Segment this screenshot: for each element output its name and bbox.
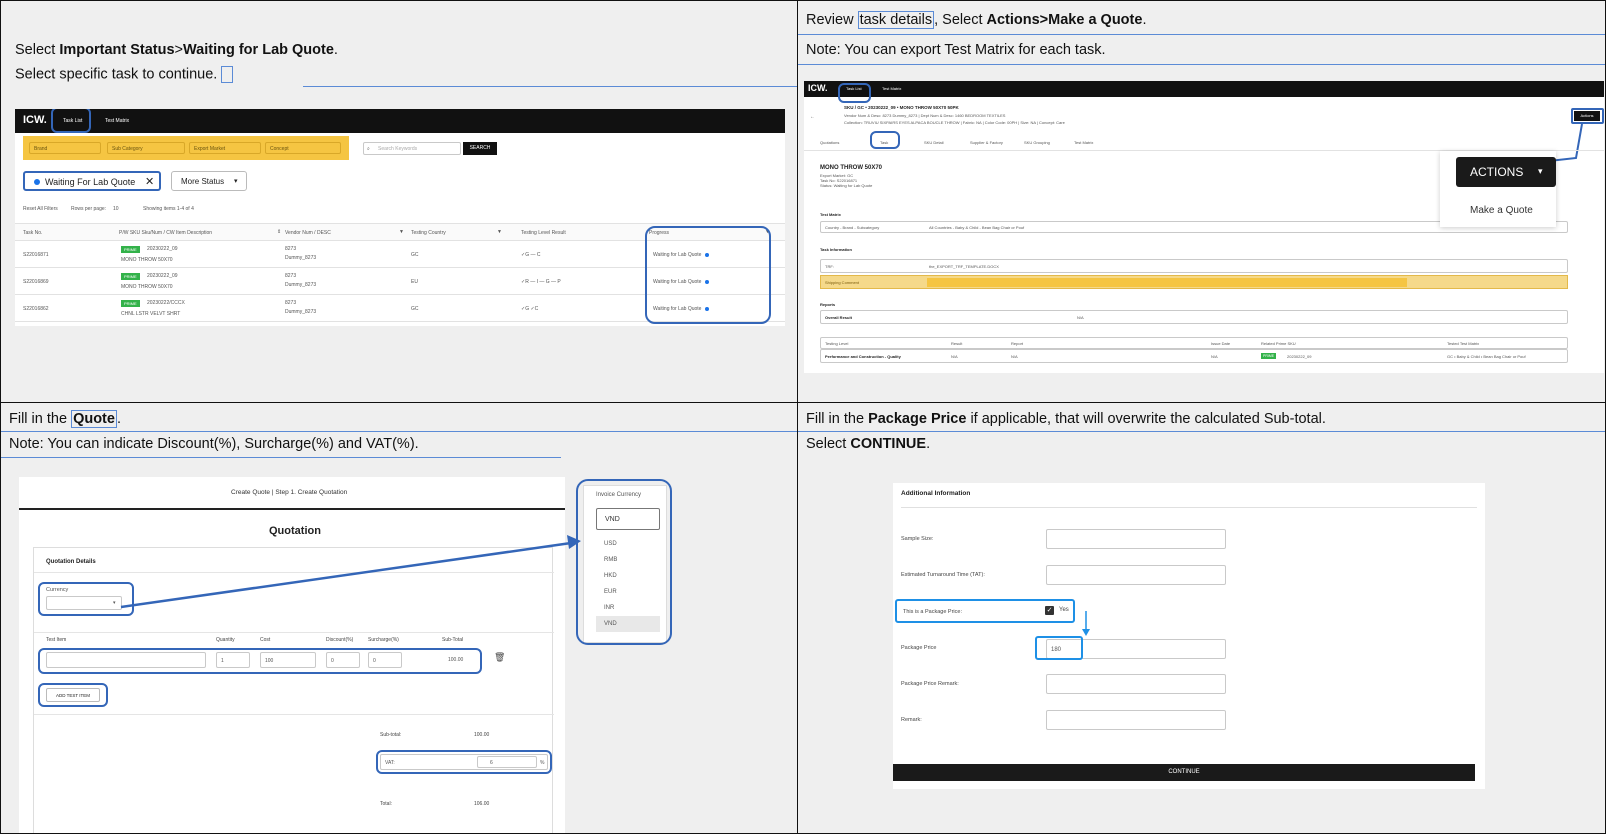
package-price-remark-input[interactable] xyxy=(1046,674,1226,694)
instruction-line-2: Select CONTINUE. xyxy=(806,436,931,452)
highlight-test-item-row xyxy=(38,648,482,674)
overall-result-row: Overall Result N/A xyxy=(820,310,1568,324)
highlight-actions xyxy=(1571,108,1604,124)
highlight-task-list xyxy=(838,83,871,103)
instruction-line-1: Review task details, Select Actions>Make… xyxy=(806,11,1147,29)
instruction-line-1: Fill in the Quote. xyxy=(9,410,121,428)
tab-sku-grouping[interactable]: SKU Grouping xyxy=(1024,140,1050,145)
highlight-task-tab xyxy=(870,131,900,149)
screenshot-task-detail: ICW. Task List Test Matrix ← SKU / GC • … xyxy=(804,81,1604,373)
filter-export-market[interactable]: Export Market xyxy=(189,142,261,154)
panel-3: Fill in the Quote. Note: You can indicat… xyxy=(0,402,798,834)
panel-1: Select Important Status>Waiting for Lab … xyxy=(0,0,798,403)
arrow-down-icon xyxy=(1082,611,1090,636)
search-icon: ⌕ xyxy=(367,146,370,152)
filter-sub-category[interactable]: Sub Category xyxy=(107,142,185,154)
arrow-connector xyxy=(120,535,581,609)
tab-sku-detail[interactable]: SKU Detail xyxy=(924,140,944,145)
search-button[interactable]: SEARCH xyxy=(463,142,497,155)
instruction-line-1: Select Important Status>Waiting for Lab … xyxy=(15,42,338,58)
tab-supplier-factory[interactable]: Supplier & Factory xyxy=(970,140,1003,145)
tab-bar: Quotations Task SKU Detail Supplier & Fa… xyxy=(804,133,1604,151)
more-status-button[interactable]: More Status ▾ xyxy=(171,171,247,191)
instruction-line-2: Note: You can indicate Discount(%), Surc… xyxy=(9,436,419,452)
tab-test-matrix[interactable]: Test Matrix xyxy=(105,118,129,124)
highlight-task-list xyxy=(51,109,91,133)
highlight-vat xyxy=(376,750,552,774)
tab-quotations[interactable]: Quotations xyxy=(820,140,839,145)
prime-badge: PRIME xyxy=(121,246,140,253)
tab-test-matrix[interactable]: Test Matrix xyxy=(882,86,901,91)
instruction-line-2: Select specific task to continue. xyxy=(15,66,234,83)
instruction-line-1: Fill in the Package Price if applicable,… xyxy=(806,411,1326,427)
remark-input[interactable] xyxy=(1046,710,1226,730)
logo: ICW. xyxy=(23,114,47,126)
reports-header: Testing Level Result Report Issue Date R… xyxy=(820,337,1568,349)
status-dot-icon xyxy=(34,179,40,185)
nav-bar: ICW. Task List Test Matrix xyxy=(804,81,1604,97)
actions-button[interactable]: ACTIONS ▾ xyxy=(1456,157,1556,187)
make-quote-item[interactable]: Make a Quote xyxy=(1470,205,1533,216)
actions-dropdown: ACTIONS ▾ Make a Quote xyxy=(1440,151,1556,227)
highlight-package-checkbox xyxy=(895,599,1075,623)
tat-input[interactable] xyxy=(1046,565,1226,585)
prime-badge: PRIME xyxy=(121,273,140,280)
reset-filters-link[interactable]: Reset All Filters xyxy=(23,206,58,212)
sample-size-input[interactable] xyxy=(1046,529,1226,549)
caret-down-icon: ▾ xyxy=(1538,166,1543,176)
highlight-add-test-item xyxy=(38,683,108,707)
filter-icon[interactable]: ▼ xyxy=(399,229,404,235)
shipping-comment-row: Shipping Comment xyxy=(820,275,1568,289)
filter-concept[interactable]: Concept xyxy=(265,142,341,154)
highlight-currency-dropdown xyxy=(576,479,672,645)
panel-4: Fill in the Package Price if applicable,… xyxy=(797,402,1606,834)
back-icon[interactable]: ← xyxy=(810,114,815,120)
search-input[interactable]: ⌕ Search Keywords xyxy=(363,142,461,155)
caret-down-icon: ▾ xyxy=(234,178,238,185)
highlight-progress-column xyxy=(645,226,771,324)
logo: ICW. xyxy=(808,83,828,93)
highlight-package-price xyxy=(1035,636,1083,660)
rows-per-page-select[interactable]: 10 xyxy=(113,206,119,212)
trash-icon[interactable]: 🗑 xyxy=(494,652,505,663)
filter-brand[interactable]: Brand xyxy=(29,142,101,154)
prime-badge: PRIME xyxy=(121,300,140,307)
tab-test-matrix[interactable]: Test Matrix xyxy=(1074,140,1093,145)
nav-bar: ICW. Task List Test Matrix xyxy=(15,109,785,133)
prime-badge: PRIME xyxy=(1261,353,1277,359)
sort-icon: ⇕ xyxy=(277,229,282,235)
filter-icon[interactable]: ▼ xyxy=(497,229,502,235)
close-icon[interactable]: ✕ xyxy=(145,175,154,188)
instruction-line-2: Note: You can export Test Matrix for eac… xyxy=(806,42,1106,58)
trf-row: TRF: the_EXPORT_TRF_TEMPLATE.DOCX xyxy=(820,259,1568,273)
screenshot-task-list: ICW. Task List Test Matrix Brand Sub Cat… xyxy=(15,109,785,326)
reports-row[interactable]: Performance and Construction - Quality N… xyxy=(820,349,1568,363)
status-chip[interactable]: Waiting For Lab Quote ✕ xyxy=(23,171,161,191)
screenshot-create-quote: Create Quote | Step 1. Create Quotation … xyxy=(19,477,565,833)
continue-button[interactable]: CONTINUE xyxy=(893,764,1475,781)
panel-2: Review task details, Select Actions>Make… xyxy=(797,0,1606,403)
screenshot-additional-info: Additional Information Sample Size: Esti… xyxy=(893,483,1485,789)
